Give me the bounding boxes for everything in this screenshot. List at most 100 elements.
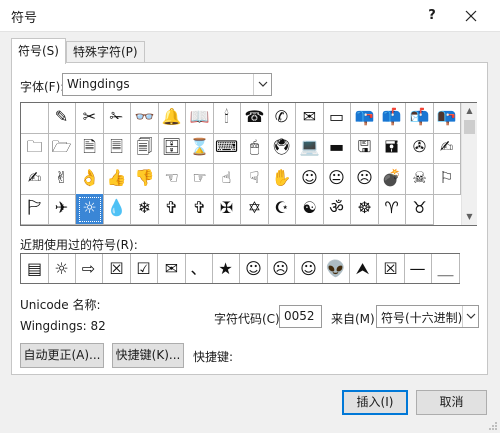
symbol-cell[interactable]: ✂ <box>76 103 104 134</box>
symbol-cell[interactable]: ☠ <box>406 164 434 195</box>
symbol-cell[interactable] <box>21 103 49 134</box>
symbol-cell[interactable]: ☜ <box>158 164 186 195</box>
symbol-cell[interactable]: ✋ <box>268 164 296 195</box>
symbol-cell[interactable]: ☟ <box>241 164 269 195</box>
symbol-cell[interactable]: ⌛ <box>186 133 214 164</box>
symbol-cell[interactable]: ☺ <box>296 164 324 195</box>
recent-symbol-cell[interactable]: 👽 <box>322 254 350 283</box>
symbol-cell[interactable]: ✠ <box>213 194 241 225</box>
symbol-cell[interactable]: 🗄 <box>158 133 186 164</box>
recent-symbol-cell[interactable]: ▤ <box>21 254 49 283</box>
symbol-cell[interactable]: 🗐 <box>131 133 159 164</box>
symbol-cell[interactable]: ✎ <box>48 103 76 134</box>
symbol-cell[interactable]: 💣 <box>378 164 406 195</box>
symbol-cell[interactable]: ▭ <box>323 103 351 134</box>
symbol-cell[interactable]: ✞ <box>158 194 186 225</box>
symbol-cell[interactable]: 🗀 <box>21 133 49 164</box>
font-dropdown[interactable]: Wingdings <box>62 73 272 96</box>
symbol-cell[interactable]: ✇ <box>406 133 434 164</box>
symbol-cell[interactable]: ❄ <box>131 194 159 225</box>
dialog-title: 符号 <box>11 11 38 26</box>
symbol-cell[interactable]: 🏱 <box>21 194 49 225</box>
symbol-cell[interactable]: 📫 <box>378 103 406 134</box>
symbol-cell[interactable]: 👓 <box>131 103 159 134</box>
symbol-cell[interactable]: 📭 <box>433 103 461 134</box>
symbol-cell[interactable]: ✆ <box>268 103 296 134</box>
recent-symbol-cell[interactable]: ☒ <box>103 254 131 283</box>
tab-strip: 符号(S) 特殊字符(P) <box>0 32 500 64</box>
chevron-down-icon <box>462 306 478 327</box>
scroll-down-icon[interactable]: ▼ <box>462 209 477 225</box>
recent-symbol-cell[interactable]: ＿ <box>432 254 460 283</box>
recent-symbol-cell[interactable]: ☑ <box>130 254 158 283</box>
symbol-cell[interactable]: 📪 <box>351 103 379 134</box>
symbol-cell[interactable]: 😐 <box>323 164 351 195</box>
symbol-cell[interactable]: ✍ <box>433 133 461 164</box>
from-dropdown[interactable]: 符号(十六进制) <box>376 305 479 328</box>
recent-symbol-cell[interactable]: ✉ <box>158 254 186 283</box>
symbol-cell[interactable]: ✞ <box>186 194 214 225</box>
symbol-cell[interactable]: ✍ <box>21 164 49 195</box>
symbol-cell[interactable]: ✡ <box>241 194 269 225</box>
symbol-cell[interactable]: 📖 <box>186 103 214 134</box>
recent-symbol-cell[interactable]: — <box>404 254 432 283</box>
scroll-up-icon[interactable]: ▲ <box>462 103 477 119</box>
symbol-cell[interactable]: ▬ <box>323 133 351 164</box>
cancel-button[interactable]: 取消 <box>416 390 487 415</box>
symbol-cell[interactable]: ☎ <box>241 103 269 134</box>
unicode-name-label: Unicode 名称: <box>20 298 101 312</box>
symbol-cell[interactable]: ☹ <box>351 164 379 195</box>
autocorrect-button[interactable]: 自动更正(A)... <box>20 343 104 368</box>
symbol-cell[interactable]: ☸ <box>351 194 379 225</box>
symbol-cell[interactable]: 💻 <box>296 133 324 164</box>
symbol-cell[interactable]: 🖬 <box>378 133 406 164</box>
symbol-cell[interactable]: ☼ <box>76 194 104 225</box>
resize-grip-icon[interactable] <box>488 421 498 431</box>
symbol-cell[interactable]: 🖱 <box>241 133 269 164</box>
symbol-cell[interactable]: 👍 <box>103 164 131 195</box>
symbol-cell[interactable]: 👎 <box>131 164 159 195</box>
recent-symbol-cell[interactable]: ☒ <box>377 254 405 283</box>
font-value: Wingdings <box>67 77 130 91</box>
symbol-cell[interactable]: 📬 <box>406 103 434 134</box>
symbol-cell[interactable]: ✈ <box>48 194 76 225</box>
symbol-cell[interactable]: ॐ <box>323 194 351 225</box>
shortcut-key-button[interactable]: 快捷键(K)... <box>112 343 184 368</box>
symbol-cell[interactable]: ✉ <box>296 103 324 134</box>
recent-symbol-cell[interactable]: ☺ <box>240 254 268 283</box>
symbol-scrollbar[interactable]: ▲ ▼ <box>461 103 477 225</box>
symbol-cell[interactable]: 🔔 <box>158 103 186 134</box>
symbol-cell[interactable]: ♉ <box>406 194 434 225</box>
symbol-cell[interactable]: ♈ <box>378 194 406 225</box>
symbol-cell[interactable]: ☞ <box>186 164 214 195</box>
insert-button[interactable]: 插入(I) <box>342 390 408 415</box>
symbol-cell[interactable]: 🖲 <box>268 133 296 164</box>
symbol-cell[interactable]: ☝ <box>213 164 241 195</box>
symbol-cell[interactable]: ☪ <box>268 194 296 225</box>
recent-symbol-cell[interactable]: ☼ <box>48 254 76 283</box>
symbol-cell[interactable]: ⌨ <box>213 133 241 164</box>
symbol-cell[interactable]: 🗎 <box>76 133 104 164</box>
close-button[interactable] <box>459 4 483 28</box>
scroll-thumb[interactable] <box>464 120 475 134</box>
symbol-cell[interactable]: 🕯 <box>213 103 241 134</box>
symbol-cell[interactable]: 👌 <box>76 164 104 195</box>
recent-symbol-cell[interactable]: ☺ <box>295 254 323 283</box>
symbol-cell[interactable]: ☯ <box>296 194 324 225</box>
char-code-input[interactable]: 0052 <box>279 305 322 328</box>
tab-symbols[interactable]: 符号(S) <box>11 38 66 64</box>
recent-symbol-cell[interactable]: ⮝ <box>349 254 377 283</box>
symbol-cell[interactable]: ✌ <box>48 164 76 195</box>
symbol-cell[interactable]: 🖫 <box>351 133 379 164</box>
symbol-cell[interactable]: ⚐ <box>433 164 461 195</box>
recent-symbol-cell[interactable]: 、 <box>185 254 213 283</box>
symbol-cell[interactable]: 🗁 <box>48 133 76 164</box>
symbol-cell[interactable]: 🗏 <box>103 133 131 164</box>
help-button[interactable]: ? <box>420 4 444 28</box>
symbol-cell[interactable]: 💧 <box>103 194 131 225</box>
recent-symbol-cell[interactable]: ⇨ <box>75 254 103 283</box>
symbol-cell[interactable]: ✁ <box>103 103 131 134</box>
recent-symbol-cell[interactable]: ☹ <box>267 254 295 283</box>
tab-special-characters[interactable]: 特殊字符(P) <box>66 41 145 63</box>
recent-symbol-cell[interactable]: ★ <box>212 254 240 283</box>
